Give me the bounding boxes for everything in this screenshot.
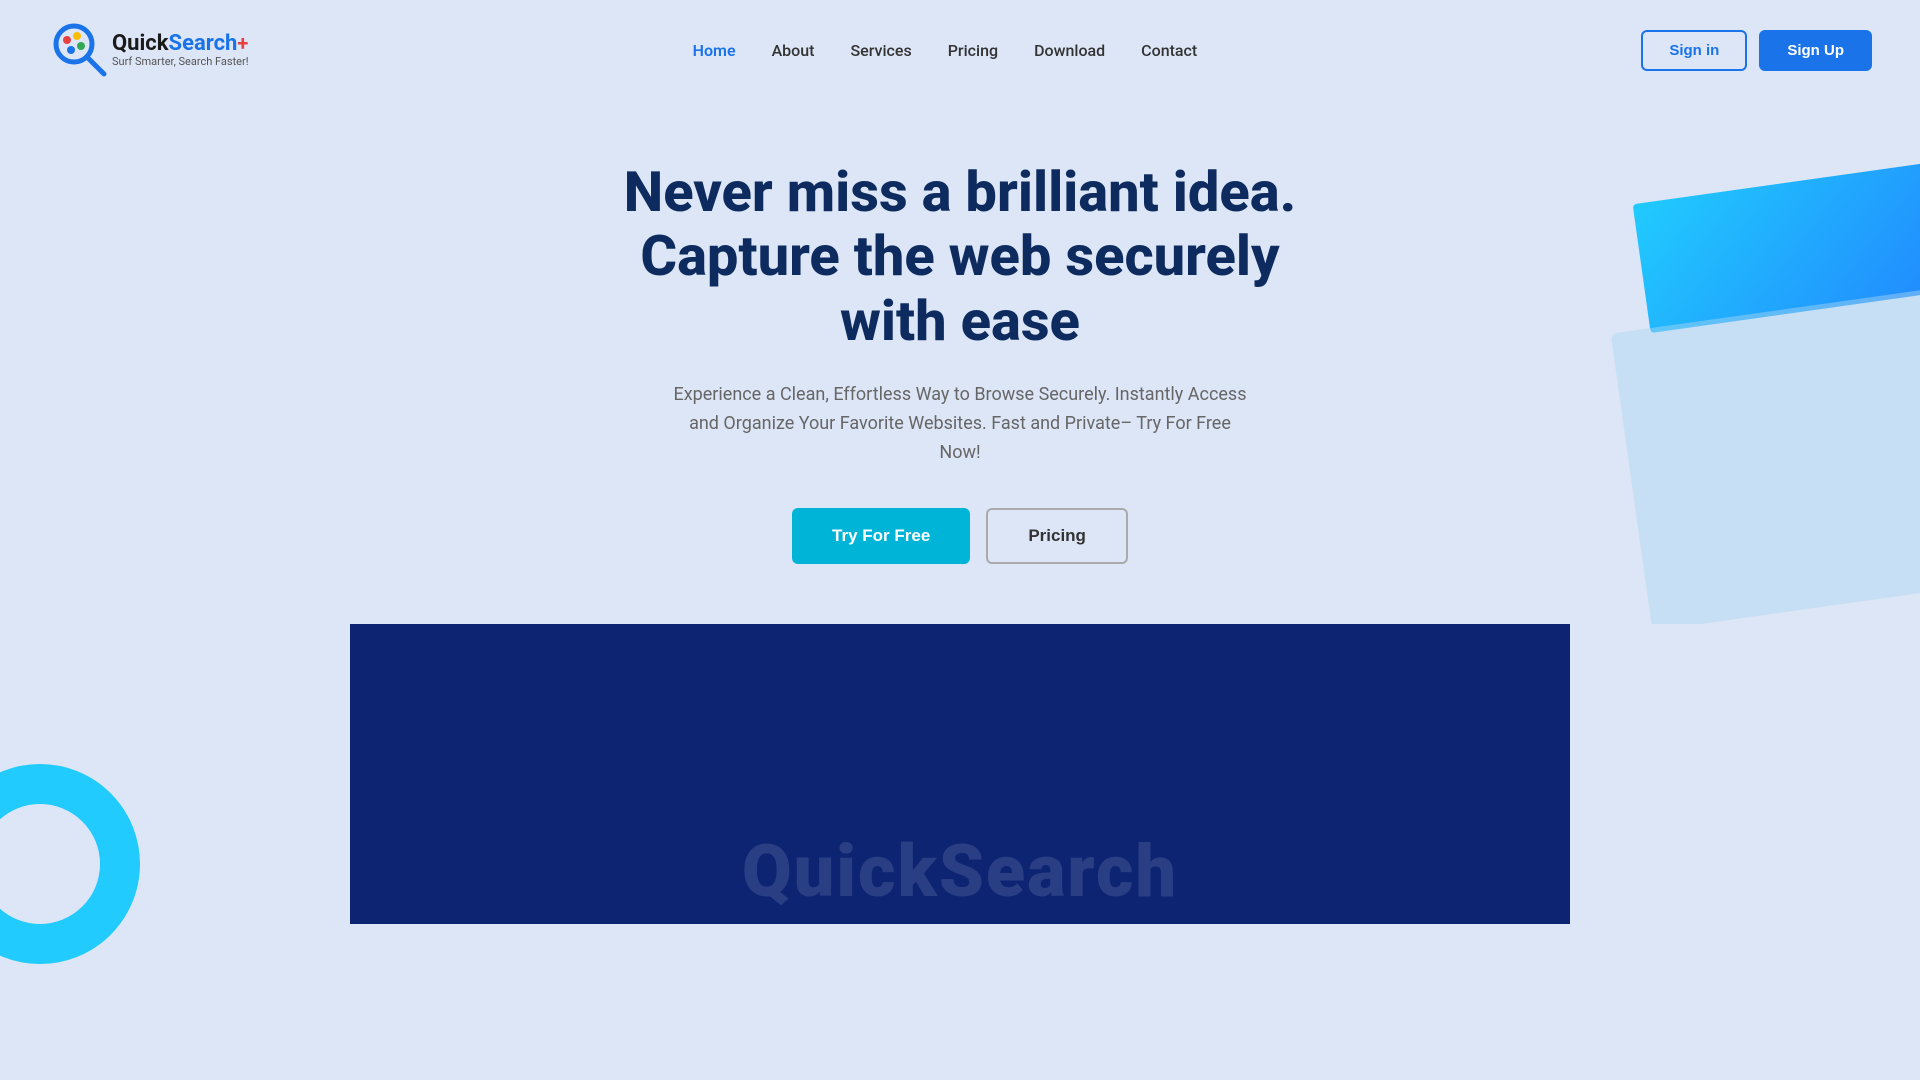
nav-item-contact[interactable]: Contact [1141, 41, 1197, 60]
hero-buttons: Try For Free Pricing [792, 508, 1128, 564]
dark-section: QuickSearch [350, 624, 1570, 924]
nav-item-about[interactable]: About [772, 41, 815, 60]
logo-quick: Quick [112, 31, 169, 56]
dark-section-watermark: QuickSearch [742, 829, 1178, 924]
try-free-button[interactable]: Try For Free [792, 508, 970, 564]
deco-mid-right [1611, 289, 1920, 623]
nav-link-services[interactable]: Services [850, 41, 911, 60]
nav-link-pricing[interactable]: Pricing [948, 41, 998, 60]
deco-bottom-left [0, 764, 140, 964]
logo: QuickSearch+ Surf Smarter, Search Faster… [48, 18, 249, 82]
logo-title: QuickSearch+ [112, 32, 249, 56]
pricing-button[interactable]: Pricing [986, 508, 1128, 564]
nav-link-contact[interactable]: Contact [1141, 41, 1197, 60]
navbar: QuickSearch+ Surf Smarter, Search Faster… [0, 0, 1920, 100]
nav-link-about[interactable]: About [772, 41, 815, 60]
nav-item-pricing[interactable]: Pricing [948, 41, 998, 60]
page-wrapper: QuickSearch+ Surf Smarter, Search Faster… [0, 0, 1920, 1080]
nav-item-home[interactable]: Home [693, 41, 736, 60]
hero-title-line1: Never miss a brilliant idea. [624, 159, 1296, 225]
logo-text: QuickSearch+ Surf Smarter, Search Faster… [112, 32, 249, 68]
nav-link-home[interactable]: Home [693, 41, 736, 60]
signup-button[interactable]: Sign Up [1759, 30, 1872, 71]
logo-search: Search [169, 31, 238, 56]
logo-icon [48, 18, 112, 82]
hero-title-line3: with ease [840, 288, 1080, 354]
hero-subtitle: Experience a Clean, Effortless Way to Br… [670, 381, 1250, 467]
logo-plus: + [237, 31, 248, 55]
nav-item-download[interactable]: Download [1034, 41, 1105, 60]
signin-button[interactable]: Sign in [1641, 30, 1747, 71]
nav-links: Home About Services Pricing Download Con… [693, 41, 1198, 60]
hero-title-line2: Capture the web securely [640, 223, 1279, 289]
hero-title: Never miss a brilliant idea. Capture the… [624, 160, 1296, 353]
nav-link-download[interactable]: Download [1034, 41, 1105, 60]
logo-subtitle: Surf Smarter, Search Faster! [112, 56, 249, 68]
nav-item-services[interactable]: Services [850, 41, 911, 60]
nav-actions: Sign in Sign Up [1641, 30, 1872, 71]
hero-section: Never miss a brilliant idea. Capture the… [0, 100, 1920, 624]
